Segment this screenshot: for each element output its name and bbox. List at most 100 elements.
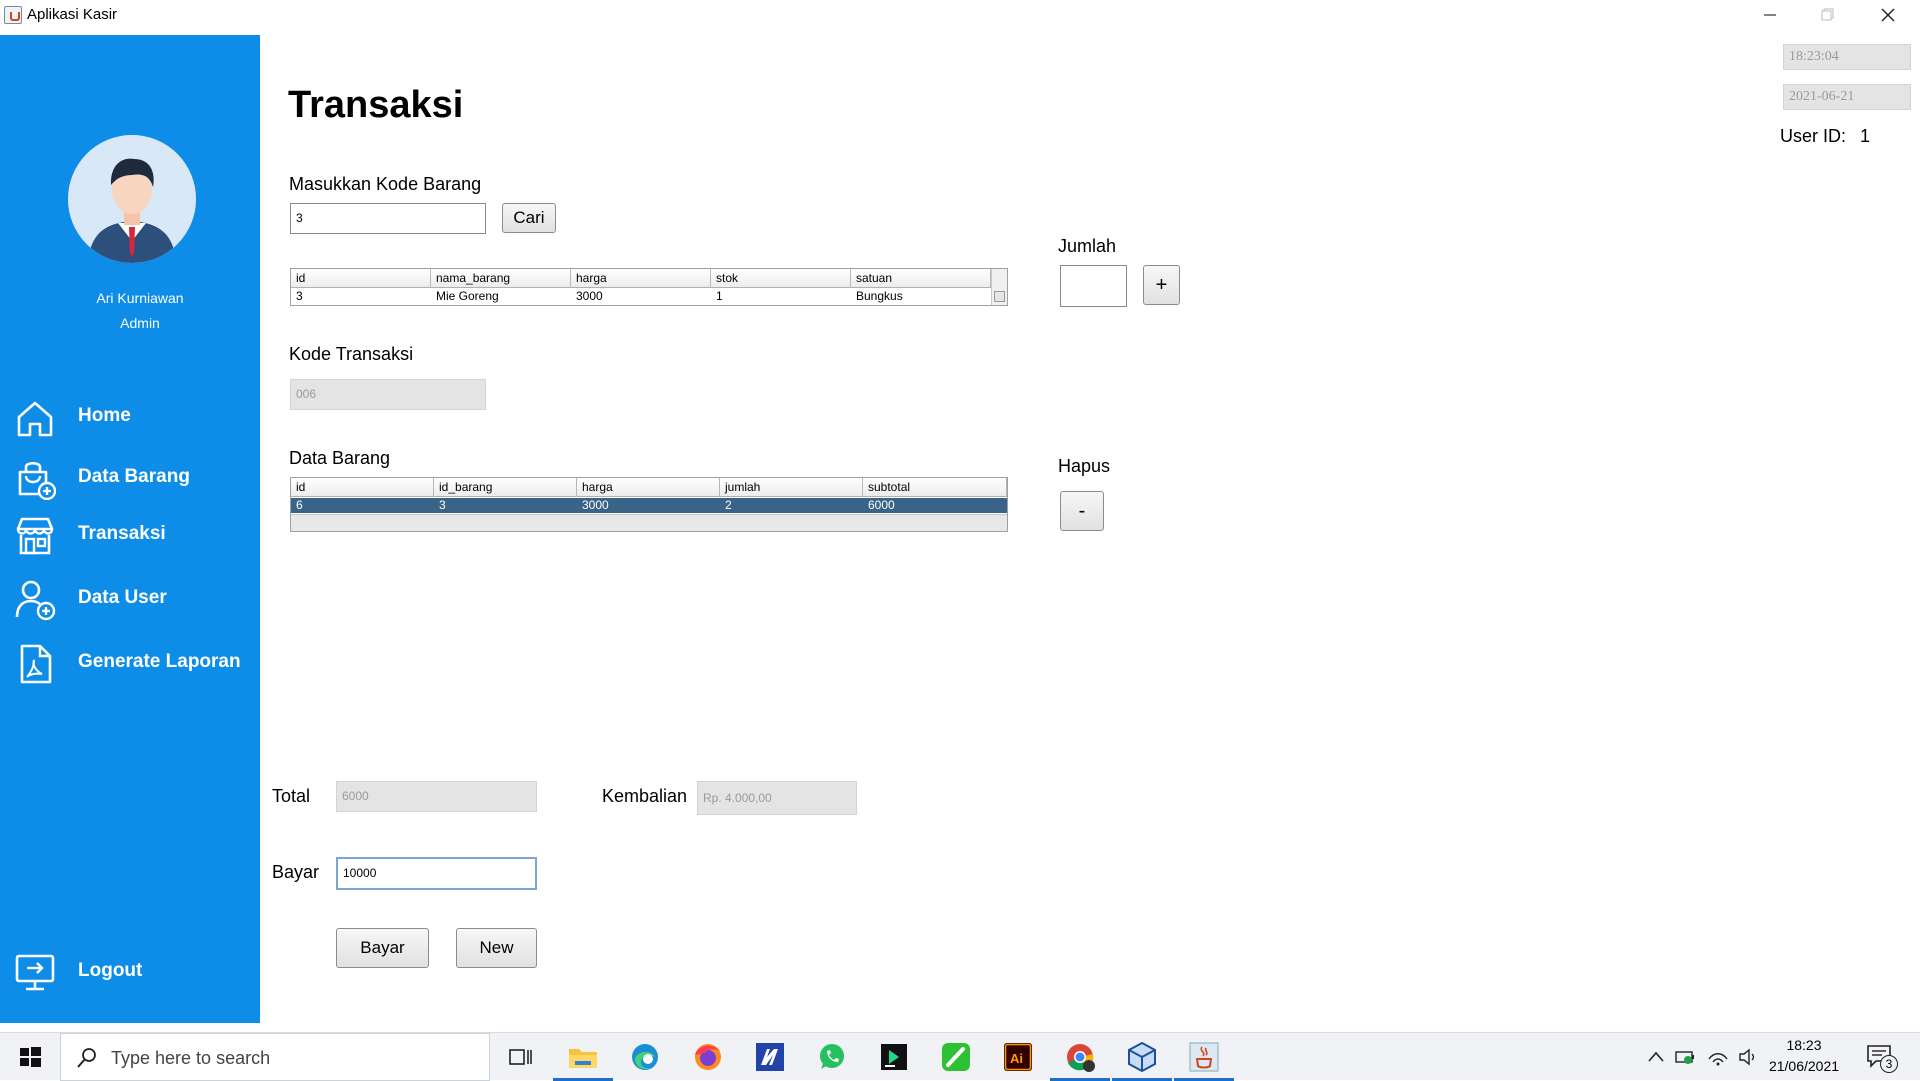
clock-field: 18:23:04 <box>1783 44 1911 70</box>
sidebar-item-data-user[interactable]: Data User <box>0 575 260 623</box>
kode-transaksi-label: Kode Transaksi <box>289 344 414 364</box>
battery-icon[interactable] <box>1674 1047 1696 1067</box>
column-header[interactable]: nama_barang <box>431 269 571 288</box>
user-role: Admin <box>120 315 160 331</box>
column-header[interactable]: id <box>291 269 431 288</box>
java-app-taskbar-icon[interactable] <box>1174 1039 1234 1081</box>
close-button[interactable] <box>1860 0 1916 30</box>
column-header[interactable]: harga <box>571 269 711 288</box>
maximize-button[interactable] <box>1800 0 1856 30</box>
column-header[interactable]: satuan <box>851 269 991 288</box>
jumlah-label: Jumlah <box>1058 236 1117 256</box>
edge-browser-icon[interactable] <box>627 1039 663 1075</box>
volume-icon[interactable] <box>1737 1047 1759 1067</box>
column-header[interactable]: subtotal <box>863 478 1007 497</box>
cari-button[interactable]: Cari <box>502 203 556 233</box>
sidebar-item-label: Data Barang <box>78 466 190 487</box>
table-scrollbar[interactable] <box>991 269 1007 305</box>
sidebar-item-label: Generate Laporan <box>78 651 241 672</box>
kode-barang-input[interactable]: 3 <box>290 203 486 234</box>
table-cell: 3000 <box>582 498 609 512</box>
pdf-document-icon <box>20 644 52 684</box>
kode-barang-label: Masukkan Kode Barang <box>289 174 482 194</box>
table-cell: 1 <box>716 289 723 303</box>
horizontal-scrollbar[interactable] <box>291 514 1007 531</box>
scroll-thumb[interactable] <box>994 291 1005 302</box>
chrome-icon[interactable] <box>1050 1039 1110 1081</box>
table-header: id nama_barang harga stok satuan <box>291 269 991 288</box>
logout-icon <box>15 954 55 991</box>
task-view-icon[interactable] <box>502 1039 538 1075</box>
user-id-label: User ID: <box>1780 126 1847 146</box>
pycharm-icon[interactable] <box>876 1039 912 1075</box>
taskbar-search[interactable]: Type here to search <box>60 1033 490 1081</box>
bag-add-icon <box>18 461 56 500</box>
total-field: 6000 <box>336 781 537 812</box>
table-cell: 3 <box>439 498 446 512</box>
search-placeholder: Type here to search <box>111 1048 271 1068</box>
bayar-input[interactable]: 10000 <box>336 857 537 890</box>
minimize-button[interactable] <box>1742 0 1798 30</box>
column-header[interactable]: stok <box>711 269 851 288</box>
sidebar-item-home[interactable]: Home <box>0 393 260 441</box>
column-header[interactable]: id_barang <box>434 478 577 497</box>
show-hidden-icons-chevron-icon[interactable] <box>1647 1049 1665 1065</box>
table-cell: 3 <box>296 289 303 303</box>
firefox-icon[interactable] <box>690 1039 726 1075</box>
sidebar-item-label: Data User <box>78 587 167 608</box>
search-icon <box>77 1048 96 1068</box>
kembalian-field: Rp. 4.000,00 <box>697 781 857 815</box>
home-icon <box>17 401 53 437</box>
sidebar-item-generate-laporan[interactable]: Generate Laporan <box>0 639 260 687</box>
user-name: Ari Kurniawan <box>96 290 184 306</box>
logout-button[interactable]: Logout <box>0 948 260 996</box>
java-app-icon <box>4 6 22 24</box>
file-explorer-icon[interactable] <box>553 1039 613 1081</box>
date-field: 2021-06-21 <box>1783 84 1911 110</box>
cart-table: id id_barang harga jumlah subtotal 6 3 3… <box>290 477 1008 532</box>
sidebar-item-transaksi[interactable]: Transaksi <box>0 511 260 559</box>
mendeley-icon[interactable] <box>752 1039 788 1075</box>
add-item-button[interactable]: + <box>1143 265 1180 305</box>
remove-item-button[interactable]: - <box>1060 491 1104 531</box>
wifi-icon[interactable] <box>1707 1047 1729 1067</box>
illustrator-icon[interactable]: Ai <box>1000 1039 1036 1075</box>
store-icon <box>16 517 54 555</box>
column-header[interactable]: harga <box>577 478 720 497</box>
taskbar-date[interactable]: 21/06/2021 <box>1760 1058 1848 1074</box>
table-row[interactable]: 3 Mie Goreng 3000 1 Bungkus <box>291 289 991 305</box>
table-cell: 6 <box>296 498 303 512</box>
page-title: Transaksi <box>288 84 464 126</box>
sidebar-item-label: Transaksi <box>78 523 166 544</box>
window-title: Aplikasi Kasir <box>27 6 118 23</box>
taskbar-clock[interactable]: 18:23 <box>1760 1037 1848 1053</box>
new-button[interactable]: New <box>456 928 537 968</box>
user-add-icon <box>15 580 56 621</box>
jumlah-input[interactable] <box>1060 265 1127 307</box>
search-result-table: id nama_barang harga stok satuan 3 Mie G… <box>290 268 1008 306</box>
user-id-value: 1 <box>1860 126 1871 146</box>
column-header[interactable]: id <box>291 478 434 497</box>
table-row[interactable]: 6 3 3000 2 6000 <box>291 498 1007 513</box>
hapus-label: Hapus <box>1058 456 1111 476</box>
notification-count-badge: 3 <box>1880 1055 1898 1073</box>
svg-text:Ai: Ai <box>1010 1051 1023 1066</box>
logout-label: Logout <box>78 960 143 981</box>
table-cell: Bungkus <box>856 289 903 303</box>
table-cell: 3000 <box>576 289 603 303</box>
virtualbox-icon[interactable] <box>1112 1039 1172 1081</box>
windows-start-icon[interactable] <box>12 1039 48 1075</box>
table-cell: 2 <box>725 498 732 512</box>
avatar <box>68 135 196 263</box>
column-header[interactable]: jumlah <box>720 478 863 497</box>
table-cell: 6000 <box>868 498 895 512</box>
sidebar-item-data-barang[interactable]: Data Barang <box>0 454 260 502</box>
whatsapp-icon[interactable] <box>814 1039 850 1075</box>
kode-transaksi-field: 006 <box>290 379 486 410</box>
data-barang-label: Data Barang <box>289 448 391 468</box>
sidebar-item-label: Home <box>78 405 131 426</box>
line-app-icon[interactable] <box>938 1039 974 1075</box>
table-header: id id_barang harga jumlah subtotal <box>291 478 1007 497</box>
bayar-button[interactable]: Bayar <box>336 928 429 968</box>
notification-center-button[interactable]: 3 <box>1866 1043 1900 1073</box>
